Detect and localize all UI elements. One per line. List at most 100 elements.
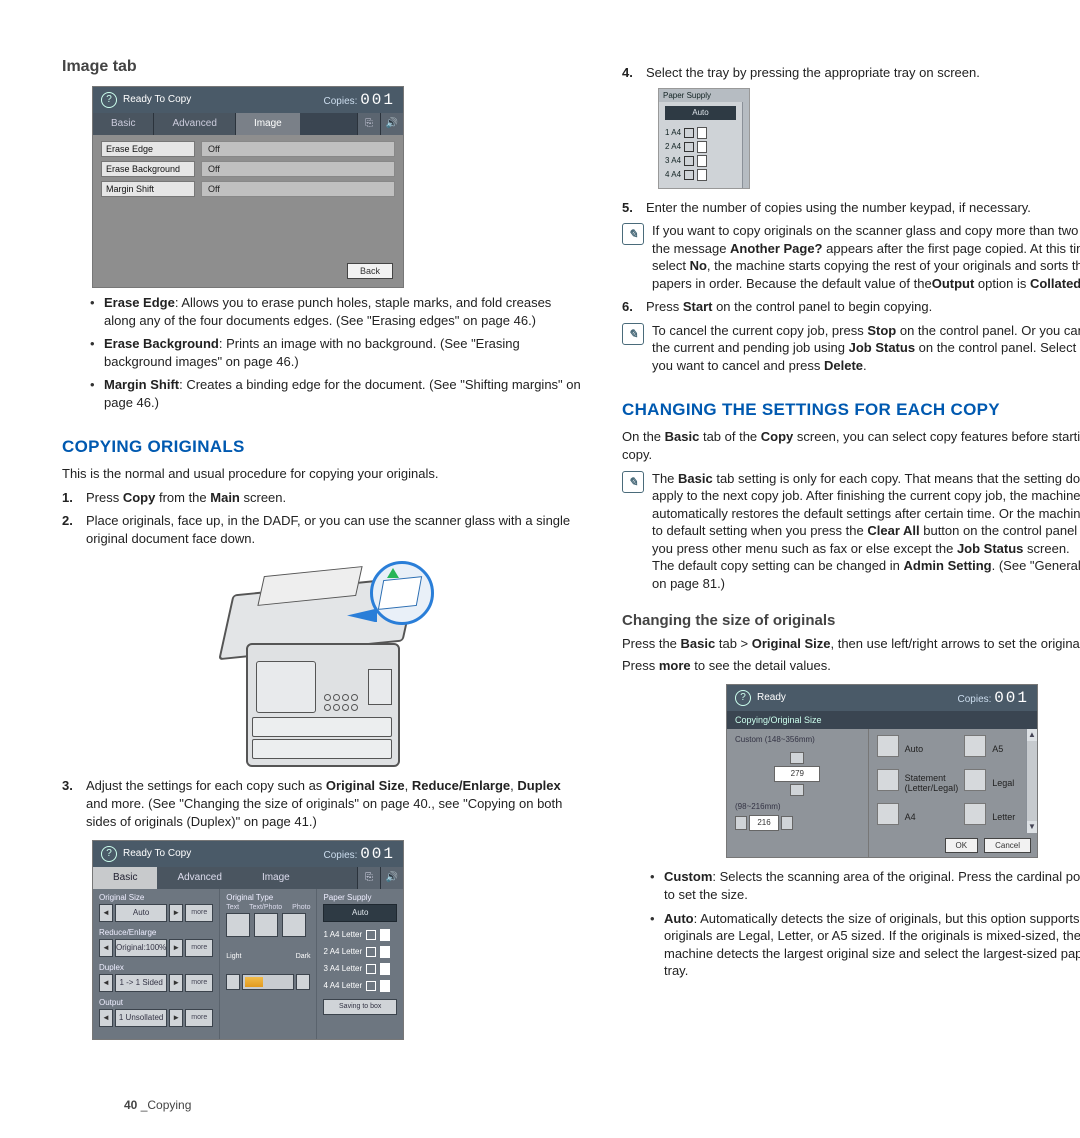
type-button-text[interactable]: [226, 913, 250, 937]
right-arrow-icon[interactable]: ►: [169, 939, 183, 957]
size-option-label: A5: [992, 744, 1029, 754]
tab-basic[interactable]: Basic: [93, 113, 153, 135]
more-button[interactable]: more: [185, 904, 213, 922]
size-option-button[interactable]: [877, 769, 899, 791]
right-arrow-icon[interactable]: ►: [169, 974, 183, 992]
step-2: Place originals, face up, in the DADF, o…: [62, 512, 582, 547]
field-erase-bg-label[interactable]: Erase Background: [101, 161, 195, 177]
tab-advanced[interactable]: Advanced: [153, 113, 234, 135]
changing-size-heading: Changing the size of originals: [622, 612, 1080, 629]
down-arrow-icon[interactable]: [790, 784, 804, 796]
tray-row[interactable]: 3 A4 Letter: [323, 961, 397, 976]
paper-supply-auto[interactable]: Auto: [665, 106, 736, 120]
duplex-value: 1 -> 1 Sided: [115, 974, 167, 992]
speaker-icon[interactable]: 🔊: [380, 113, 403, 135]
step-4: Select the tray by pressing the appropri…: [622, 64, 1080, 82]
size-option-label: A4: [905, 812, 959, 822]
tab-advanced[interactable]: Advanced: [157, 867, 241, 889]
tray-row[interactable]: 2 A4 Letter: [323, 944, 397, 959]
image-tab-heading: Image tab: [62, 58, 582, 76]
size-option-button[interactable]: [964, 735, 986, 757]
right-arrow-icon[interactable]: ►: [169, 1009, 183, 1027]
paper-supply-popup: Paper Supply Auto 1 A4 2 A4 3 A4 4 A4: [658, 88, 750, 189]
dark-label: Dark: [296, 953, 311, 960]
scrollbar[interactable]: [742, 102, 749, 188]
save-icon[interactable]: ⎘: [357, 867, 380, 889]
callout-load-paper: [370, 561, 434, 625]
step-1: Press Copy from the Main screen.: [62, 489, 582, 507]
scrollbar[interactable]: ▲▼: [1026, 729, 1037, 833]
more-button[interactable]: more: [185, 974, 213, 992]
back-button[interactable]: Back: [347, 263, 393, 279]
paper-supply-auto[interactable]: Auto: [323, 904, 397, 922]
right-arrow-icon[interactable]: [781, 816, 793, 830]
tray-row[interactable]: 3 A4: [665, 154, 736, 168]
up-arrow-icon[interactable]: [790, 752, 804, 764]
field-erase-edge-label[interactable]: Erase Edge: [101, 141, 195, 157]
note-cancel-job: To cancel the current copy job, press St…: [652, 322, 1080, 375]
type-button-textphoto[interactable]: [254, 913, 278, 937]
copies-value: 001: [994, 689, 1029, 707]
left-arrow-icon[interactable]: ◄: [99, 904, 113, 922]
left-arrow-icon[interactable]: ◄: [99, 1009, 113, 1027]
copies-label: Copies:: [324, 850, 358, 861]
output-value: 1 Unsollated: [115, 1009, 167, 1027]
tab-image[interactable]: Image: [235, 113, 300, 135]
step-3: Adjust the settings for each copy such a…: [62, 777, 582, 830]
size-option-button[interactable]: [964, 803, 986, 825]
machine-illustration: [204, 557, 440, 767]
width-value: 279: [774, 766, 820, 782]
speaker-icon[interactable]: 🔊: [380, 867, 403, 889]
type-button-photo[interactable]: [282, 913, 306, 937]
reduce-label: Reduce/Enlarge: [99, 928, 213, 937]
saving-to-box-button[interactable]: Saving to box: [323, 999, 397, 1015]
height-value: 216: [749, 815, 779, 831]
field-margin-shift-label[interactable]: Margin Shift: [101, 181, 195, 197]
density-right-icon[interactable]: [296, 974, 310, 990]
left-arrow-icon[interactable]: ◄: [99, 939, 113, 957]
more-button[interactable]: more: [185, 939, 213, 957]
type-text: Text: [226, 904, 239, 911]
left-arrow-icon[interactable]: ◄: [99, 974, 113, 992]
tab-image[interactable]: Image: [242, 867, 310, 889]
density-slider[interactable]: [242, 974, 294, 990]
field-erase-edge-value: Off: [201, 141, 395, 157]
save-icon[interactable]: ⎘: [357, 113, 380, 135]
screenshot-original-size: ?Ready Copies: 001 Copying/Original Size…: [726, 684, 1038, 858]
original-type-label: Original Type: [226, 893, 310, 902]
right-arrow-icon[interactable]: ►: [169, 904, 183, 922]
left-arrow-icon[interactable]: [735, 816, 747, 830]
cancel-button[interactable]: Cancel: [984, 838, 1031, 853]
output-label: Output: [99, 998, 213, 1007]
scroll-up-icon[interactable]: ▲: [1027, 729, 1037, 741]
ok-button[interactable]: OK: [945, 838, 979, 853]
scroll-down-icon[interactable]: ▼: [1027, 821, 1037, 833]
more-button[interactable]: more: [185, 1009, 213, 1027]
type-textphoto: Text/Photo: [249, 904, 282, 911]
original-size-value: Auto: [115, 904, 167, 922]
tray-row[interactable]: 2 A4: [665, 140, 736, 154]
original-size-label: Original Size: [99, 893, 213, 902]
size-option-button[interactable]: [877, 803, 899, 825]
bullet-erase-bg: Erase Background: Prints an image with n…: [90, 335, 582, 370]
page-footer: 40 _Copying: [124, 1098, 191, 1112]
status-text: Ready To Copy: [123, 94, 191, 105]
tray-row[interactable]: 1 A4: [665, 126, 736, 140]
field-erase-bg-value: Off: [201, 161, 395, 177]
size-p2: Press more to see the detail values.: [622, 657, 1080, 675]
tray-row[interactable]: 1 A4 Letter: [323, 927, 397, 942]
size-option-label: Statement (Letter/Legal): [905, 773, 959, 793]
changing-settings-heading: CHANGING THE SETTINGS FOR EACH COPY: [622, 400, 1080, 420]
note-icon: ✎: [622, 471, 644, 493]
size-option-button[interactable]: [964, 769, 986, 791]
note-another-page: If you want to copy originals on the sca…: [652, 222, 1080, 292]
size-option-button[interactable]: [877, 735, 899, 757]
tray-row[interactable]: 4 A4: [665, 168, 736, 182]
tray-row[interactable]: 4 A4 Letter: [323, 978, 397, 993]
tab-basic[interactable]: Basic: [93, 867, 157, 889]
height-range-label: (98~216mm): [735, 802, 860, 811]
bullet-margin-shift: Margin Shift: Creates a binding edge for…: [90, 376, 582, 411]
light-label: Light: [226, 953, 241, 960]
density-left-icon[interactable]: [226, 974, 240, 990]
help-icon: ?: [735, 690, 751, 706]
